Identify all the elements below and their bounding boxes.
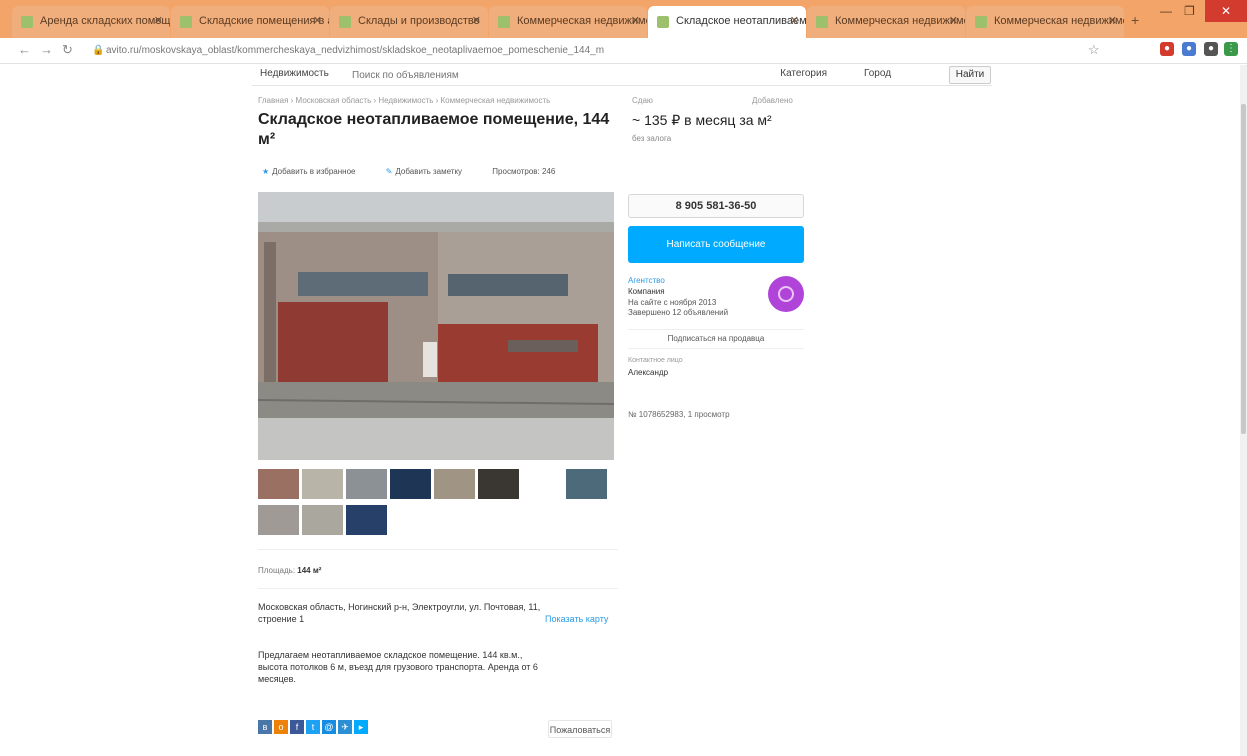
thumbnail[interactable]	[434, 469, 475, 499]
twitter-share-icon[interactable]: t	[306, 720, 320, 734]
close-tab-icon[interactable]: ✕	[790, 14, 799, 27]
main-photo[interactable]	[258, 192, 614, 460]
warehouse-photo	[258, 192, 614, 460]
price-note: без залога	[632, 134, 672, 143]
avatar-ring-icon	[778, 286, 794, 302]
ad-number: № 1078652983, 1 просмотр	[628, 410, 730, 419]
extension-icon[interactable]: ●	[1182, 42, 1196, 56]
listing-meta: Сдаю	[632, 96, 653, 105]
new-tab-button[interactable]: +	[1131, 12, 1139, 28]
views-count: Просмотров: 246	[492, 167, 556, 176]
close-tab-icon[interactable]: ✕	[154, 14, 163, 27]
divider	[258, 588, 618, 589]
thumbnail[interactable]	[258, 469, 299, 499]
lock-icon: 🔒	[92, 45, 105, 56]
seller-info: На сайте с ноября 2013 Завершено 12 объя…	[628, 298, 729, 317]
vk-share-icon[interactable]: в	[258, 720, 272, 734]
thumbnail[interactable]	[302, 469, 343, 499]
browser-tab[interactable]: Склады и производство ✕	[330, 6, 488, 38]
seller-name[interactable]: Компания	[628, 287, 665, 296]
thumbnail[interactable]	[346, 469, 387, 499]
share-more-icon[interactable]: ▸	[354, 720, 368, 734]
minimize-icon[interactable]: —	[1160, 4, 1172, 18]
favicon-icon	[339, 16, 351, 28]
thumbnail[interactable]	[302, 505, 343, 535]
note-link[interactable]: ✎ Добавить заметку	[386, 167, 476, 176]
reload-icon[interactable]: ↻	[62, 42, 73, 58]
close-tab-icon[interactable]: ✕	[949, 14, 958, 27]
forward-arrow-icon[interactable]: →	[40, 42, 53, 57]
favicon-icon	[498, 16, 510, 28]
write-message-button[interactable]: Написать сообщение	[628, 226, 804, 263]
show-phone-button[interactable]: 8 905 581-36-50	[628, 194, 804, 218]
url-field[interactable]: 🔒 avito.ru/moskovskaya_oblast/kommerches…	[92, 42, 632, 60]
thumbnail[interactable]	[390, 469, 431, 499]
facebook-share-icon[interactable]: f	[290, 720, 304, 734]
close-tab-icon[interactable]: ✕	[313, 14, 322, 27]
browser-tab[interactable]: Коммерческая недвижимость ✕	[966, 6, 1124, 38]
ok-share-icon[interactable]: о	[274, 720, 288, 734]
avatar[interactable]	[768, 276, 804, 312]
listing-title: Складское неотапливаемое помещение, 144 …	[258, 111, 610, 148]
thumbnail[interactable]	[566, 469, 607, 499]
search-input[interactable]	[352, 68, 712, 82]
close-tab-icon[interactable]: ✕	[631, 14, 640, 27]
browser-tab[interactable]: Складские помещения в аренду ✕	[171, 6, 329, 38]
note-icon: ✎	[385, 167, 393, 176]
address-bar-row: ← → ↻ 🔒 avito.ru/moskovskaya_oblast/komm…	[0, 38, 1247, 64]
listing-address: Московская область, Ногинский р-н, Элект…	[258, 602, 541, 624]
telegram-share-icon[interactable]: ✈	[338, 720, 352, 734]
listing-price: ~ 135 ₽ в месяц за м²	[632, 112, 772, 128]
thumbnail[interactable]	[258, 505, 299, 535]
listing-meta: Добавлено	[752, 96, 793, 105]
divider	[258, 549, 618, 550]
browser-tab[interactable]: Аренда складских помещений ✕	[12, 6, 170, 38]
city-select[interactable]: Город	[842, 68, 937, 79]
mail-share-icon[interactable]: @	[322, 720, 336, 734]
find-button[interactable]: Найти	[949, 66, 991, 84]
listing-description: Предлагаем неотапливаемое складское поме…	[258, 650, 538, 684]
browser-tab-bar: Аренда складских помещений ✕ Складские п…	[0, 0, 1247, 38]
favicon-icon	[21, 16, 33, 28]
listing-actions: ★ Добавить в избранное ✎ Добавить заметку …	[262, 167, 569, 176]
site-search-bar: Недвижимость Категория Город Найти	[252, 64, 992, 86]
favicon-icon	[816, 16, 828, 28]
category-select[interactable]: Категория	[732, 68, 827, 79]
show-map-link[interactable]: Показать карту	[545, 614, 608, 624]
seller-link[interactable]: Агентство	[628, 276, 665, 285]
contact-name: Александр	[628, 368, 669, 377]
browser-tab[interactable]: Коммерческая недвижимость ✕	[807, 6, 965, 38]
window-close-icon[interactable]: ✕	[1205, 0, 1247, 22]
scrollbar-thumb[interactable]	[1241, 104, 1246, 434]
thumbnail[interactable]	[478, 469, 519, 499]
maximize-icon[interactable]: ❐	[1184, 4, 1195, 18]
extension-icon[interactable]: ●	[1204, 42, 1218, 56]
site-brand[interactable]: Недвижимость	[260, 68, 329, 79]
favicon-icon	[975, 16, 987, 28]
area-param: Площадь: 144 м²	[258, 566, 322, 575]
favicon-icon	[180, 16, 192, 28]
star-icon: ★	[262, 167, 270, 176]
favorite-link[interactable]: ★ Добавить в избранное	[262, 167, 369, 176]
extension-icon[interactable]: ●	[1160, 42, 1174, 56]
subscribe-button[interactable]: Подписаться на продавца	[628, 329, 804, 349]
breadcrumb[interactable]: Главная › Московская область › Недвижимо…	[258, 96, 618, 105]
favicon-icon	[657, 16, 669, 28]
close-tab-icon[interactable]: ✕	[1108, 14, 1117, 27]
close-tab-icon[interactable]: ✕	[472, 14, 481, 27]
browser-tab[interactable]: Коммерческая недвижимость ✕	[489, 6, 647, 38]
bookmark-star-icon[interactable]: ☆	[1088, 42, 1100, 58]
menu-icon[interactable]: ⋮	[1224, 42, 1238, 56]
back-arrow-icon[interactable]: ←	[18, 42, 31, 57]
contact-label: Контактное лицо	[628, 357, 683, 364]
thumbnail[interactable]	[346, 505, 387, 535]
report-button[interactable]: Пожаловаться	[548, 720, 612, 738]
browser-tab-active[interactable]: Складское неотапливаемое ✕	[648, 6, 806, 38]
